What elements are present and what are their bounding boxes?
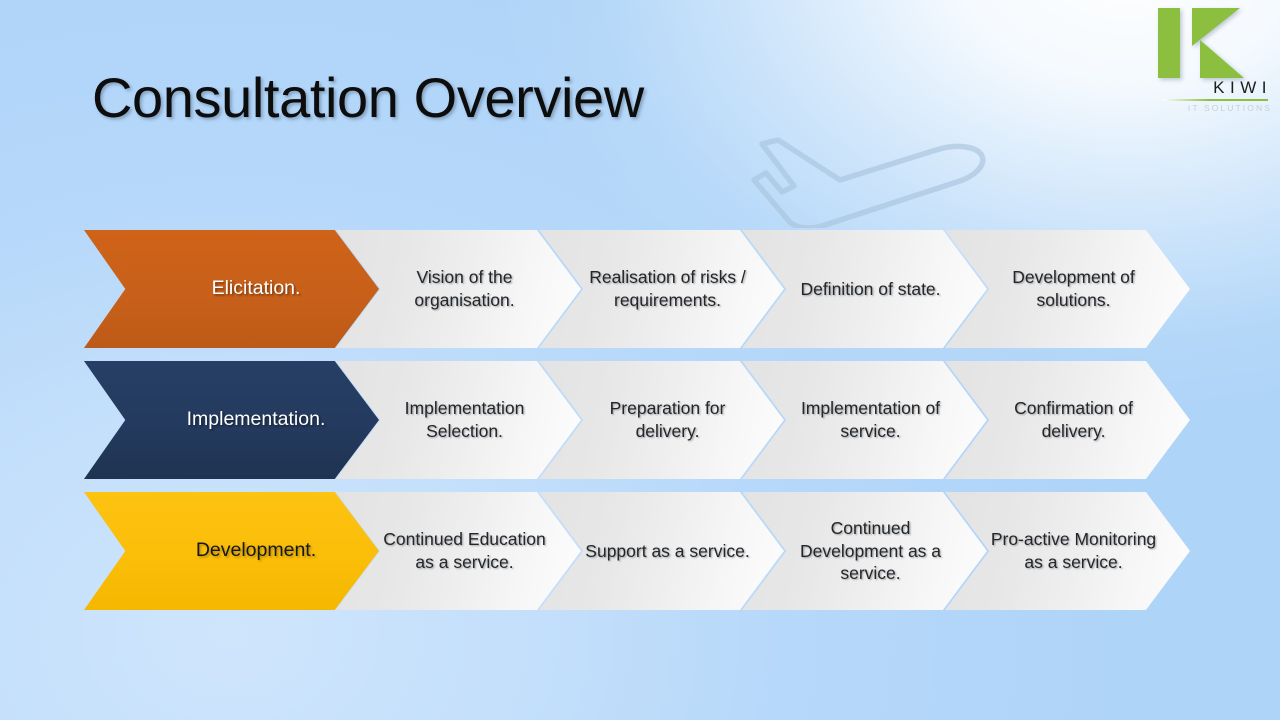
step-label: Implementation of service. <box>800 398 941 441</box>
phase-chevron-development[interactable]: Development. <box>84 492 379 610</box>
step-label: Development of solutions. <box>1012 267 1135 310</box>
step-label: Definition of state. <box>800 278 941 299</box>
page-title: Consultation Overview <box>92 66 644 129</box>
phase-label: Development. <box>195 539 317 562</box>
kiwi-k-mark-icon <box>1158 8 1244 78</box>
step-label: Vision of the organisation. <box>414 267 515 310</box>
process-row-implementation: Implementation. Implementation Selection… <box>0 361 1280 481</box>
phase-label: Implementation. <box>186 408 326 431</box>
step-label: Continued Development as a service. <box>799 517 942 584</box>
step-label: Implementation Selection. <box>404 398 525 441</box>
logo-divider <box>1162 99 1268 101</box>
phase-chevron-elicitation[interactable]: Elicitation. <box>84 230 379 348</box>
brand-logo: KIWI IT SOLUTIONS <box>1152 6 1272 118</box>
process-row-elicitation: Elicitation. Vision of the organisation.… <box>0 230 1280 350</box>
step-label: Pro-active Monitoring as a service. <box>990 529 1157 572</box>
step-label: Realisation of risks / requirements. <box>589 267 746 310</box>
step-label: Continued Education as a service. <box>383 529 546 572</box>
process-row-development: Development. Continued Education as a se… <box>0 492 1280 612</box>
phase-chevron-implementation[interactable]: Implementation. <box>84 361 379 479</box>
logo-wordmark: KIWI <box>1213 78 1272 97</box>
phase-label: Elicitation. <box>211 277 301 300</box>
step-label: Support as a service. <box>585 540 750 561</box>
step-label: Confirmation of delivery. <box>1014 398 1133 441</box>
step-label: Preparation for delivery. <box>609 398 726 441</box>
logo-tagline: IT SOLUTIONS <box>1187 103 1272 113</box>
slide-canvas: Consultation Overview KIWI IT SOLUTIONS … <box>0 0 1280 720</box>
airplane-icon <box>751 137 986 228</box>
